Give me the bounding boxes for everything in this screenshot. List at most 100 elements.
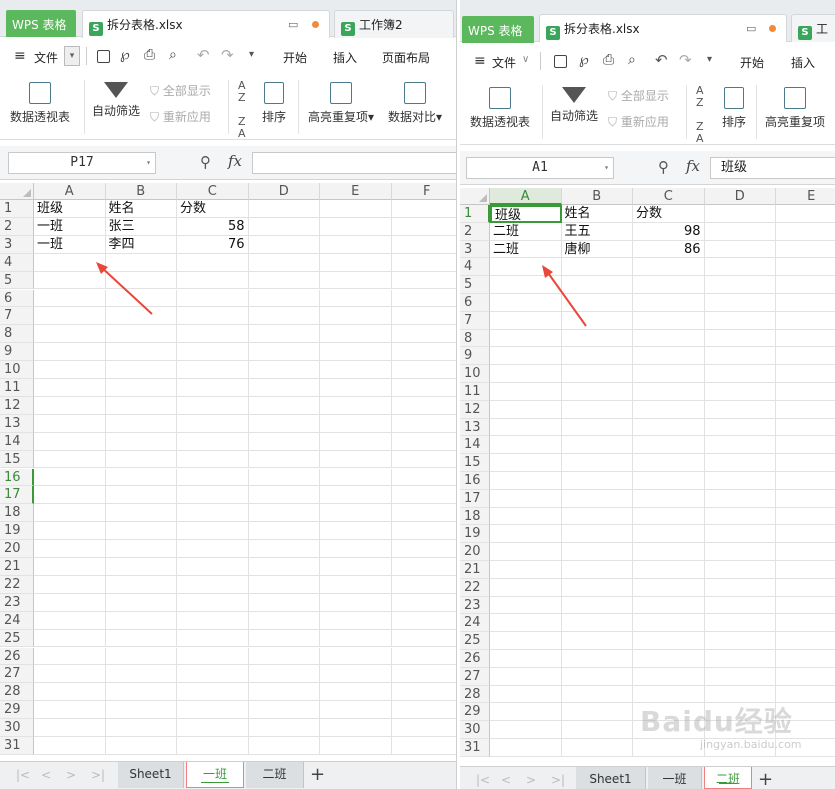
sort-button[interactable]: 排序	[722, 87, 746, 130]
reapply-button[interactable]: ⛉ 重新应用	[608, 113, 669, 130]
save-icon[interactable]	[554, 55, 567, 68]
row-header[interactable]: 5	[0, 271, 34, 290]
cell-a15[interactable]	[490, 454, 562, 472]
wps-home-tab[interactable]: WPS 表格	[6, 10, 76, 37]
cell-a14[interactable]	[34, 432, 106, 451]
cell-b9[interactable]	[561, 347, 633, 366]
sheet-tab[interactable]: 一班	[648, 767, 702, 789]
column-header-a[interactable]: A	[34, 183, 106, 200]
cell-e22[interactable]	[776, 579, 835, 597]
row-header[interactable]: 22	[460, 578, 490, 597]
row-header[interactable]: 20	[460, 543, 490, 561]
cell-d8[interactable]	[704, 329, 776, 348]
cell-d2[interactable]	[248, 217, 320, 236]
pivot-table-button[interactable]: 数据透视表	[10, 82, 70, 125]
cell-e27[interactable]	[776, 668, 835, 686]
cell-e7[interactable]	[320, 307, 392, 326]
row-header[interactable]: 31	[460, 739, 490, 757]
cell-a28[interactable]	[490, 685, 562, 704]
cell-a6[interactable]	[34, 289, 106, 308]
cell-d11[interactable]	[248, 379, 320, 397]
cell-e24[interactable]	[776, 614, 835, 633]
window-restore-icon[interactable]: ▭	[746, 22, 756, 35]
cell-b29[interactable]	[105, 701, 177, 720]
cell-b5[interactable]	[561, 276, 633, 294]
cell-a31[interactable]	[34, 737, 106, 755]
row-header[interactable]: 20	[0, 540, 34, 558]
cell-e8[interactable]	[776, 330, 835, 348]
print-preview-icon[interactable]: ⌕	[169, 47, 177, 63]
cell-c12[interactable]	[633, 400, 705, 419]
last-sheet-icon[interactable]: >|	[551, 773, 565, 787]
cell-c8[interactable]	[633, 329, 705, 348]
cell-a29[interactable]	[34, 701, 106, 720]
cell-e11[interactable]	[776, 383, 835, 401]
name-box[interactable]: P17 ▾	[8, 152, 156, 174]
row-header[interactable]: 15	[460, 454, 490, 472]
cell-c22[interactable]	[177, 575, 249, 594]
show-all-button[interactable]: ⛉ 全部显示	[150, 82, 211, 99]
cell-e15[interactable]	[320, 450, 392, 469]
cell-a26[interactable]	[490, 650, 562, 668]
row-header[interactable]: 3	[460, 240, 490, 259]
file-tab-other[interactable]: S工	[791, 14, 835, 42]
cell-e2[interactable]	[776, 223, 835, 241]
cell-a15[interactable]	[34, 450, 106, 469]
cell-f12[interactable]	[391, 397, 456, 415]
file-tab-active[interactable]: S 拆分表格.xlsx ▭	[82, 10, 330, 38]
cell-c8[interactable]	[177, 325, 249, 344]
cell-b22[interactable]	[561, 578, 633, 597]
cell-b31[interactable]	[105, 737, 177, 755]
menu-page-layout[interactable]: 页面布局	[382, 49, 430, 66]
row-header[interactable]: 15	[0, 450, 34, 469]
first-sheet-icon[interactable]: |<	[16, 768, 30, 782]
cell-c24[interactable]	[633, 614, 705, 633]
cell-e6[interactable]	[776, 294, 835, 312]
customize-icon[interactable]: ▾	[707, 54, 712, 65]
cell-d6[interactable]	[248, 289, 320, 308]
cell-e7[interactable]	[776, 312, 835, 330]
cell-e23[interactable]	[320, 593, 392, 612]
cell-a14[interactable]	[490, 436, 562, 455]
undo-icon[interactable]: ↶	[655, 51, 668, 69]
cell-b15[interactable]	[561, 454, 633, 472]
cell-a18[interactable]	[490, 507, 562, 526]
print-preview-icon[interactable]: ⌕	[628, 52, 636, 68]
row-header[interactable]: 29	[0, 701, 34, 720]
cell-c24[interactable]	[177, 611, 249, 630]
file-tab-other[interactable]: S 工作簿2	[334, 10, 454, 38]
cell-e21[interactable]	[776, 561, 835, 579]
cell-d1[interactable]	[704, 205, 776, 223]
cell-b21[interactable]	[561, 561, 633, 579]
cell-e26[interactable]	[320, 647, 392, 666]
cell-b17[interactable]	[105, 486, 177, 505]
cell-a11[interactable]	[34, 379, 106, 397]
cell-a8[interactable]	[34, 325, 106, 344]
cell-b9[interactable]	[105, 343, 177, 362]
cell-a25[interactable]	[34, 629, 106, 648]
cell-d25[interactable]	[248, 629, 320, 648]
cell-e10[interactable]	[776, 365, 835, 383]
cell-c25[interactable]	[177, 629, 249, 648]
cell-e25[interactable]	[776, 632, 835, 650]
cell-c12[interactable]	[177, 396, 249, 415]
cell-e31[interactable]	[320, 737, 392, 755]
cell-c7[interactable]	[177, 307, 249, 326]
cell-a12[interactable]	[34, 396, 106, 415]
cell-b13[interactable]	[105, 414, 177, 433]
cell-d22[interactable]	[248, 575, 320, 594]
cell-c17[interactable]	[177, 486, 249, 505]
row-header[interactable]: 9	[460, 347, 490, 366]
cell-f9[interactable]	[391, 343, 456, 362]
prev-sheet-icon[interactable]: <	[41, 768, 51, 782]
sheet-tab[interactable]: Sheet1	[576, 767, 646, 789]
row-header[interactable]: 17	[0, 486, 34, 505]
chevron-down-icon[interactable]: ▾	[146, 153, 151, 173]
function-icon[interactable]: fx	[228, 152, 242, 170]
cell-d19[interactable]	[248, 522, 320, 541]
cell-e26[interactable]	[776, 650, 835, 668]
cell-c7[interactable]	[633, 311, 705, 330]
row-header[interactable]: 12	[460, 400, 490, 419]
row-header[interactable]: 7	[460, 311, 490, 330]
cell-a27[interactable]	[34, 665, 106, 684]
